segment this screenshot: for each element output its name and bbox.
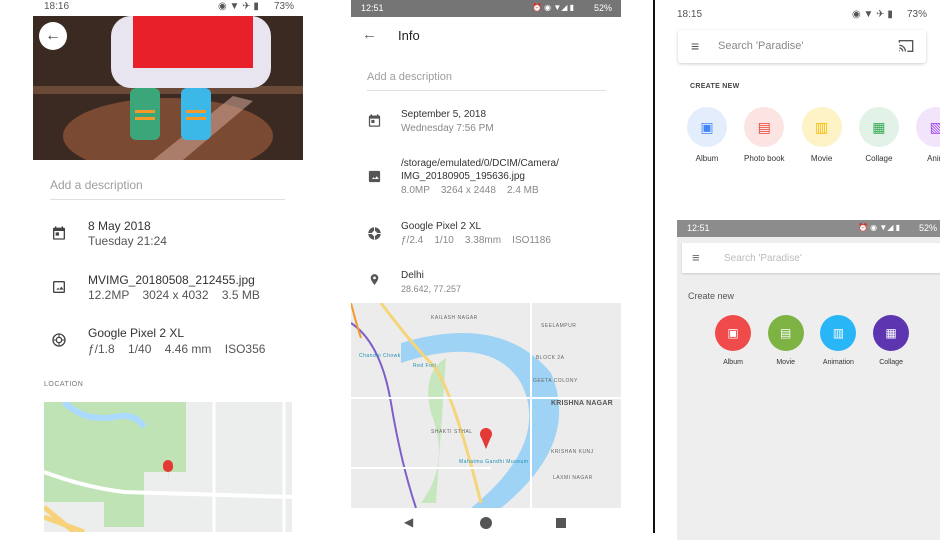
location-map[interactable] xyxy=(44,402,292,532)
album-icon: ▣ xyxy=(700,118,714,135)
file-path: /storage/emulated/0/DCIM/Camera/ xyxy=(401,158,559,169)
back-button[interactable]: ← xyxy=(39,22,67,50)
calendar-icon xyxy=(53,226,65,240)
page-title: Info xyxy=(398,28,420,43)
status-bar xyxy=(677,220,940,237)
camera-details: ƒ/2.4 1/10 3.38mm ISO1186 xyxy=(401,235,551,246)
create-album-button[interactable]: ▣ xyxy=(687,107,727,147)
location-name: Delhi xyxy=(401,270,424,281)
create-movie-button[interactable]: ▥ xyxy=(801,107,842,147)
cast-icon[interactable] xyxy=(898,39,914,53)
date-secondary: Wednesday 7:56 PM xyxy=(401,123,494,134)
create-item-label: Album xyxy=(723,359,743,366)
map-label: Chandni Chowk xyxy=(359,353,401,359)
photo-book-icon: ▤ xyxy=(757,118,771,135)
map-label: SEELAMPUR xyxy=(541,323,577,329)
collage-icon: ▦ xyxy=(885,326,897,340)
menu-icon[interactable]: ≡ xyxy=(691,38,699,54)
status-battery: 52% xyxy=(594,3,613,13)
status-time: 12:51 xyxy=(687,223,710,233)
nav-home-icon[interactable] xyxy=(480,517,492,529)
create-animation-button[interactable]: ▧ xyxy=(916,107,940,147)
status-time: 18:16 xyxy=(44,1,70,12)
location-header: LOCATION xyxy=(44,381,84,388)
file-details: 12.2MP 3024 x 4032 3.5 MB xyxy=(88,288,260,302)
map-label: GEETA COLONY xyxy=(533,378,578,384)
date-primary: September 5, 2018 xyxy=(401,109,487,120)
file-name: IMG_20180905_195636.jpg xyxy=(401,171,525,182)
movie-icon: ▤ xyxy=(780,326,792,340)
status-icons: ⏰ ◉ ▼◢ ▮ xyxy=(532,3,575,12)
animation-icon: ▧ xyxy=(929,118,940,135)
map-label: BLOCK 2A xyxy=(536,355,565,361)
status-battery: 52% xyxy=(919,223,938,233)
create-item-label: Anim xyxy=(927,154,940,163)
nav-recents-icon[interactable] xyxy=(556,518,566,528)
image-icon xyxy=(368,170,381,183)
photo-preview xyxy=(33,16,303,160)
map-label: KRISHAN KUNJ xyxy=(551,449,594,455)
movie-icon: ▥ xyxy=(814,118,829,135)
file-details: 8.0MP 3264 x 2448 2.4 MB xyxy=(401,185,539,196)
camera-model: Google Pixel 2 XL xyxy=(88,326,185,340)
section-header: CREATE NEW xyxy=(690,83,740,90)
description-input[interactable]: Add a description xyxy=(50,178,143,192)
create-album-button[interactable]: ▣ xyxy=(715,315,751,351)
image-icon xyxy=(53,281,65,293)
date-primary: 8 May 2018 xyxy=(88,219,151,233)
date-secondary: Tuesday 21:24 xyxy=(88,234,167,248)
camera-model: Google Pixel 2 XL xyxy=(401,221,482,232)
location-pin-icon xyxy=(370,274,379,285)
map-label: KRISHNA NAGAR xyxy=(551,400,613,407)
create-item-label: Movie xyxy=(810,154,833,163)
camera-aperture-icon xyxy=(368,227,381,240)
status-time: 12:51 xyxy=(361,3,384,13)
create-collage-button[interactable]: ▦ xyxy=(873,315,910,351)
status-icons: ⏰ ◉ ▼◢ ▮ xyxy=(858,223,901,232)
album-icon: ▣ xyxy=(727,326,739,340)
description-input[interactable]: Add a description xyxy=(367,71,452,83)
nav-back-icon[interactable]: ◀ xyxy=(404,515,413,529)
location-map[interactable]: KAILASH NAGAR SEELAMPUR BLOCK 2A GEETA C… xyxy=(351,303,621,508)
description-underline xyxy=(367,90,606,91)
create-item-label: Collage xyxy=(865,154,893,163)
map-label: KAILASH NAGAR xyxy=(431,315,478,321)
menu-icon[interactable]: ≡ xyxy=(692,250,700,265)
status-icons: ◉ ▼ ✈ ▮ xyxy=(852,9,893,20)
create-photo-book-button[interactable]: ▤ xyxy=(744,107,785,147)
status-time: 18:15 xyxy=(677,9,703,20)
create-item-label: Collage xyxy=(879,359,903,366)
collage-icon: ▦ xyxy=(872,118,886,135)
calendar-icon xyxy=(368,114,381,127)
status-bar xyxy=(351,0,621,17)
location-coords: 28.642, 77.257 xyxy=(401,284,462,294)
create-collage-button[interactable]: ▦ xyxy=(858,107,899,147)
back-button[interactable]: ← xyxy=(362,26,377,43)
status-icons: ◉ ▼ ✈ ▮ xyxy=(218,1,259,12)
camera-aperture-icon xyxy=(52,333,66,347)
create-item-label: Album xyxy=(695,154,719,163)
create-movie-button[interactable]: ▤ xyxy=(767,315,804,351)
section-header: Create new xyxy=(688,291,735,301)
map-label: Red Fort xyxy=(413,363,437,369)
search-input[interactable]: Search 'Paradise' xyxy=(724,253,802,264)
create-item-label: Animation xyxy=(822,359,854,366)
camera-details: ƒ/1.8 1/40 4.46 mm ISO356 xyxy=(88,342,266,356)
create-item-label: Movie xyxy=(776,359,796,366)
animation-icon: ▥ xyxy=(832,326,845,340)
divider xyxy=(653,0,655,533)
description-underline xyxy=(50,199,285,200)
file-name: MVIMG_20180508_212455.jpg xyxy=(88,273,255,287)
map-label: Mahatma Gandhi Museum xyxy=(459,459,529,465)
search-input[interactable]: Search 'Paradise' xyxy=(718,40,804,52)
search-bar[interactable] xyxy=(682,243,940,273)
map-label: SHAKTI STHAL xyxy=(431,429,473,435)
map-label: LAXMI NAGAR xyxy=(553,475,593,481)
create-item-label: Photo book xyxy=(744,154,785,163)
status-battery: 73% xyxy=(274,1,295,12)
map-pin-icon xyxy=(163,460,173,470)
back-arrow-icon: ← xyxy=(45,27,61,44)
status-battery: 73% xyxy=(907,9,928,20)
